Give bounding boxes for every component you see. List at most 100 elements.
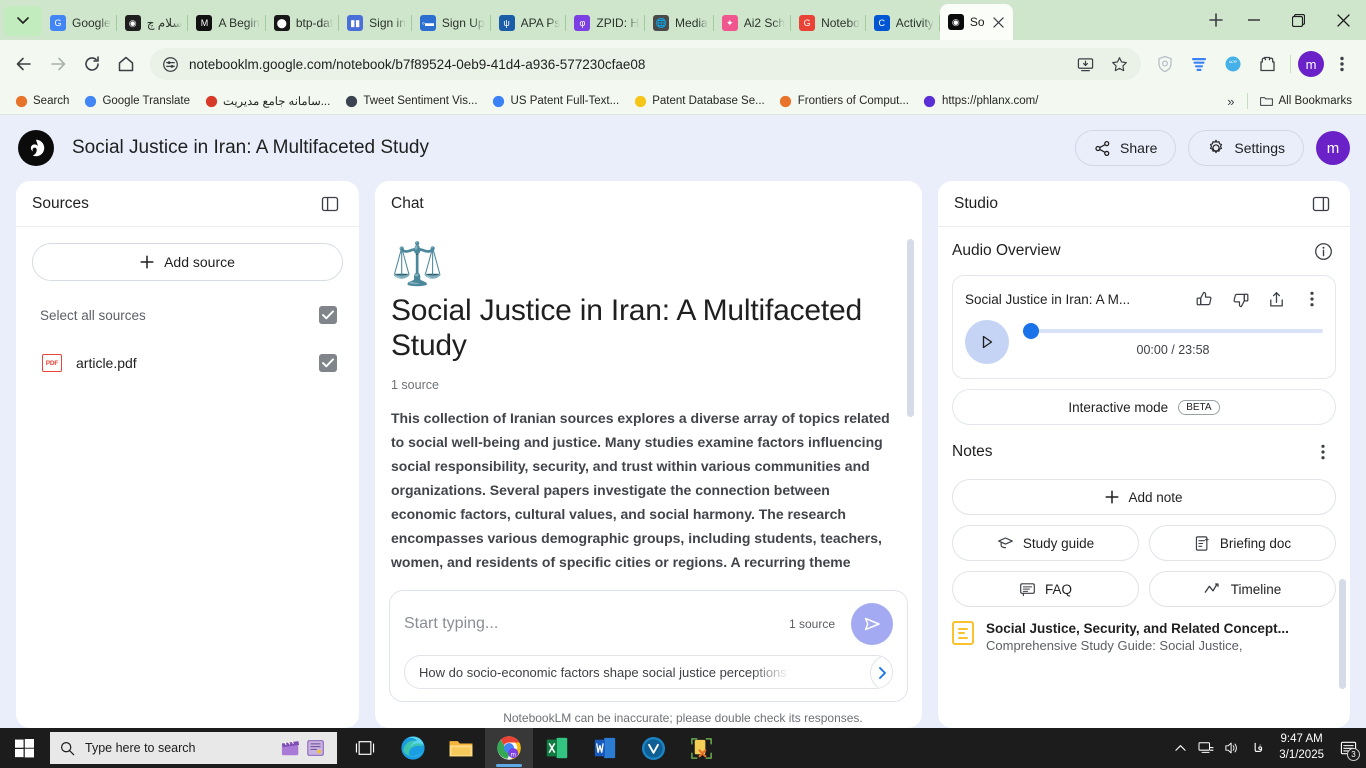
- add-note-button[interactable]: Add note: [952, 479, 1336, 515]
- chat-scrollbar[interactable]: [907, 239, 914, 417]
- bookmark-item[interactable]: https://phlanx.com/: [917, 90, 1045, 112]
- chat-input[interactable]: Start typing...: [404, 615, 498, 633]
- google-chrome-icon[interactable]: m: [485, 728, 533, 768]
- clock[interactable]: 9:47 AM 3/1/2025: [1271, 732, 1332, 763]
- reload-icon[interactable]: [76, 48, 108, 80]
- study-guide-button[interactable]: Study guide: [952, 525, 1139, 561]
- note-list-item[interactable]: Social Justice, Security, and Related Co…: [952, 621, 1336, 653]
- browser-tab[interactable]: ◉ سلام چ: [117, 6, 189, 40]
- browser-profile-avatar[interactable]: m: [1298, 51, 1324, 77]
- browser-tab[interactable]: ✦ Ai2 Sch: [714, 6, 792, 40]
- bookmark-item[interactable]: Frontiers of Comput...: [773, 90, 915, 112]
- quote-extension-icon[interactable]: “”: [1217, 48, 1249, 80]
- address-bar[interactable]: notebooklm.google.com/notebook/b7f89524-…: [150, 48, 1141, 80]
- home-icon[interactable]: [110, 48, 142, 80]
- puzzle-extensions-icon[interactable]: [1251, 48, 1283, 80]
- site-settings-icon[interactable]: [162, 56, 179, 73]
- task-view-icon[interactable]: [341, 728, 389, 768]
- bookmark-item[interactable]: Google Translate: [77, 90, 196, 112]
- browser-tab[interactable]: C Activity: [866, 6, 940, 40]
- three-dots-vertical-icon[interactable]: [1301, 288, 1323, 310]
- install-app-icon[interactable]: [1069, 48, 1101, 80]
- clapperboard-icon[interactable]: [280, 738, 302, 758]
- panel-collapse-icon[interactable]: [317, 191, 343, 217]
- timeline-button[interactable]: Timeline: [1149, 571, 1336, 607]
- shield-extension-icon[interactable]: [1149, 48, 1181, 80]
- browser-tab[interactable]: ▮▮ Sign in: [339, 6, 412, 40]
- news-icon[interactable]: [305, 738, 327, 758]
- maximize-button[interactable]: [1276, 3, 1321, 37]
- network-icon[interactable]: [1193, 728, 1219, 768]
- new-tab-button[interactable]: [1201, 5, 1231, 35]
- browser-tab[interactable]: ◦▬ Sign Up: [412, 6, 491, 40]
- minimize-button[interactable]: [1231, 3, 1276, 37]
- file-explorer-icon[interactable]: [437, 728, 485, 768]
- suggested-question[interactable]: How do socio-economic factors shape soci…: [404, 655, 893, 689]
- bookmark-item[interactable]: Tweet Sentiment Vis...: [338, 90, 483, 112]
- notebooklm-logo-icon[interactable]: [18, 130, 54, 166]
- windows-start-icon[interactable]: [0, 728, 48, 768]
- bookmark-item[interactable]: US Patent Full-Text...: [486, 90, 626, 112]
- browser-tab[interactable]: 🌐 Media: [645, 6, 714, 40]
- three-dots-vertical-icon[interactable]: [1310, 439, 1336, 465]
- select-all-checkbox[interactable]: [319, 306, 337, 324]
- panel-collapse-icon[interactable]: [1308, 191, 1334, 217]
- bookmark-item[interactable]: Patent Database Se...: [627, 90, 771, 112]
- url-text[interactable]: notebooklm.google.com/notebook/b7f89524-…: [189, 57, 1069, 72]
- browser-tab[interactable]: ψ APA Ps: [491, 6, 567, 40]
- page-title: Social Justice in Iran: A Multifaceted S…: [72, 137, 429, 158]
- bookmarks-overflow-button[interactable]: »: [1221, 94, 1240, 109]
- briefing-doc-button[interactable]: Briefing doc: [1149, 525, 1336, 561]
- close-window-button[interactable]: [1321, 3, 1366, 37]
- volume-icon[interactable]: [1219, 728, 1245, 768]
- three-dots-vertical-icon[interactable]: [1326, 48, 1358, 80]
- thumb-up-icon[interactable]: [1193, 288, 1215, 310]
- settings-button[interactable]: Settings: [1188, 130, 1304, 166]
- browser-tab[interactable]: G Notebo: [791, 6, 866, 40]
- faq-button[interactable]: FAQ: [952, 571, 1139, 607]
- play-icon[interactable]: [965, 320, 1009, 364]
- tab-search-button[interactable]: [4, 6, 42, 36]
- audio-progress-knob[interactable]: [1023, 323, 1039, 339]
- source-checkbox[interactable]: [319, 354, 337, 372]
- forward-arrow-icon[interactable]: [42, 48, 74, 80]
- studio-scrollbar[interactable]: [1339, 579, 1346, 689]
- back-arrow-icon[interactable]: [8, 48, 40, 80]
- microsoft-word-icon[interactable]: [581, 728, 629, 768]
- star-icon[interactable]: [1103, 48, 1135, 80]
- bookmark-label: Patent Database Se...: [652, 95, 765, 107]
- interactive-mode-button[interactable]: Interactive mode BETA: [952, 389, 1336, 425]
- chat-scroll-area: ⚖️ Social Justice in Iran: A Multifacete…: [375, 227, 922, 574]
- send-button[interactable]: [851, 603, 893, 645]
- svg-text:m: m: [510, 751, 515, 758]
- audio-progress[interactable]: 00:00 / 23:58: [1023, 323, 1323, 357]
- bookmark-item[interactable]: سامانه جامع مدیریت...: [198, 90, 336, 112]
- chevron-right-icon[interactable]: [870, 656, 892, 688]
- browser-tab[interactable]: ⬤ btp-dat: [266, 6, 340, 40]
- share-upload-icon[interactable]: [1265, 288, 1287, 310]
- close-tab-icon[interactable]: [991, 14, 1007, 30]
- source-item-article-pdf[interactable]: PDF article.pdf: [16, 345, 359, 381]
- all-bookmarks-button[interactable]: All Bookmarks: [1254, 90, 1359, 112]
- browser-tab[interactable]: φ ZPID: H: [566, 6, 646, 40]
- chevron-up-icon[interactable]: [1167, 728, 1193, 768]
- microsoft-excel-icon[interactable]: [533, 728, 581, 768]
- select-all-sources-row[interactable]: Select all sources: [16, 297, 359, 333]
- thumb-down-icon[interactable]: [1229, 288, 1251, 310]
- bookmark-item[interactable]: Search: [8, 90, 75, 112]
- notifications-icon[interactable]: 3: [1332, 728, 1364, 768]
- add-source-button[interactable]: Add source: [32, 243, 343, 281]
- notes-header: Notes: [952, 425, 1336, 479]
- browser-tab[interactable]: ◉ So: [939, 4, 1013, 40]
- info-icon[interactable]: [1310, 238, 1336, 264]
- yellow-tool-icon[interactable]: [677, 728, 725, 768]
- language-indicator[interactable]: فا: [1245, 728, 1271, 768]
- bars-extension-icon[interactable]: [1183, 48, 1215, 80]
- search-input[interactable]: Type here to search: [50, 732, 337, 764]
- microsoft-edge-icon[interactable]: [389, 728, 437, 768]
- browser-tab[interactable]: G Google: [42, 6, 117, 40]
- avatar[interactable]: m: [1316, 131, 1350, 165]
- share-button[interactable]: Share: [1075, 130, 1177, 166]
- v-app-icon[interactable]: [629, 728, 677, 768]
- browser-tab[interactable]: M A Begin: [188, 6, 266, 40]
